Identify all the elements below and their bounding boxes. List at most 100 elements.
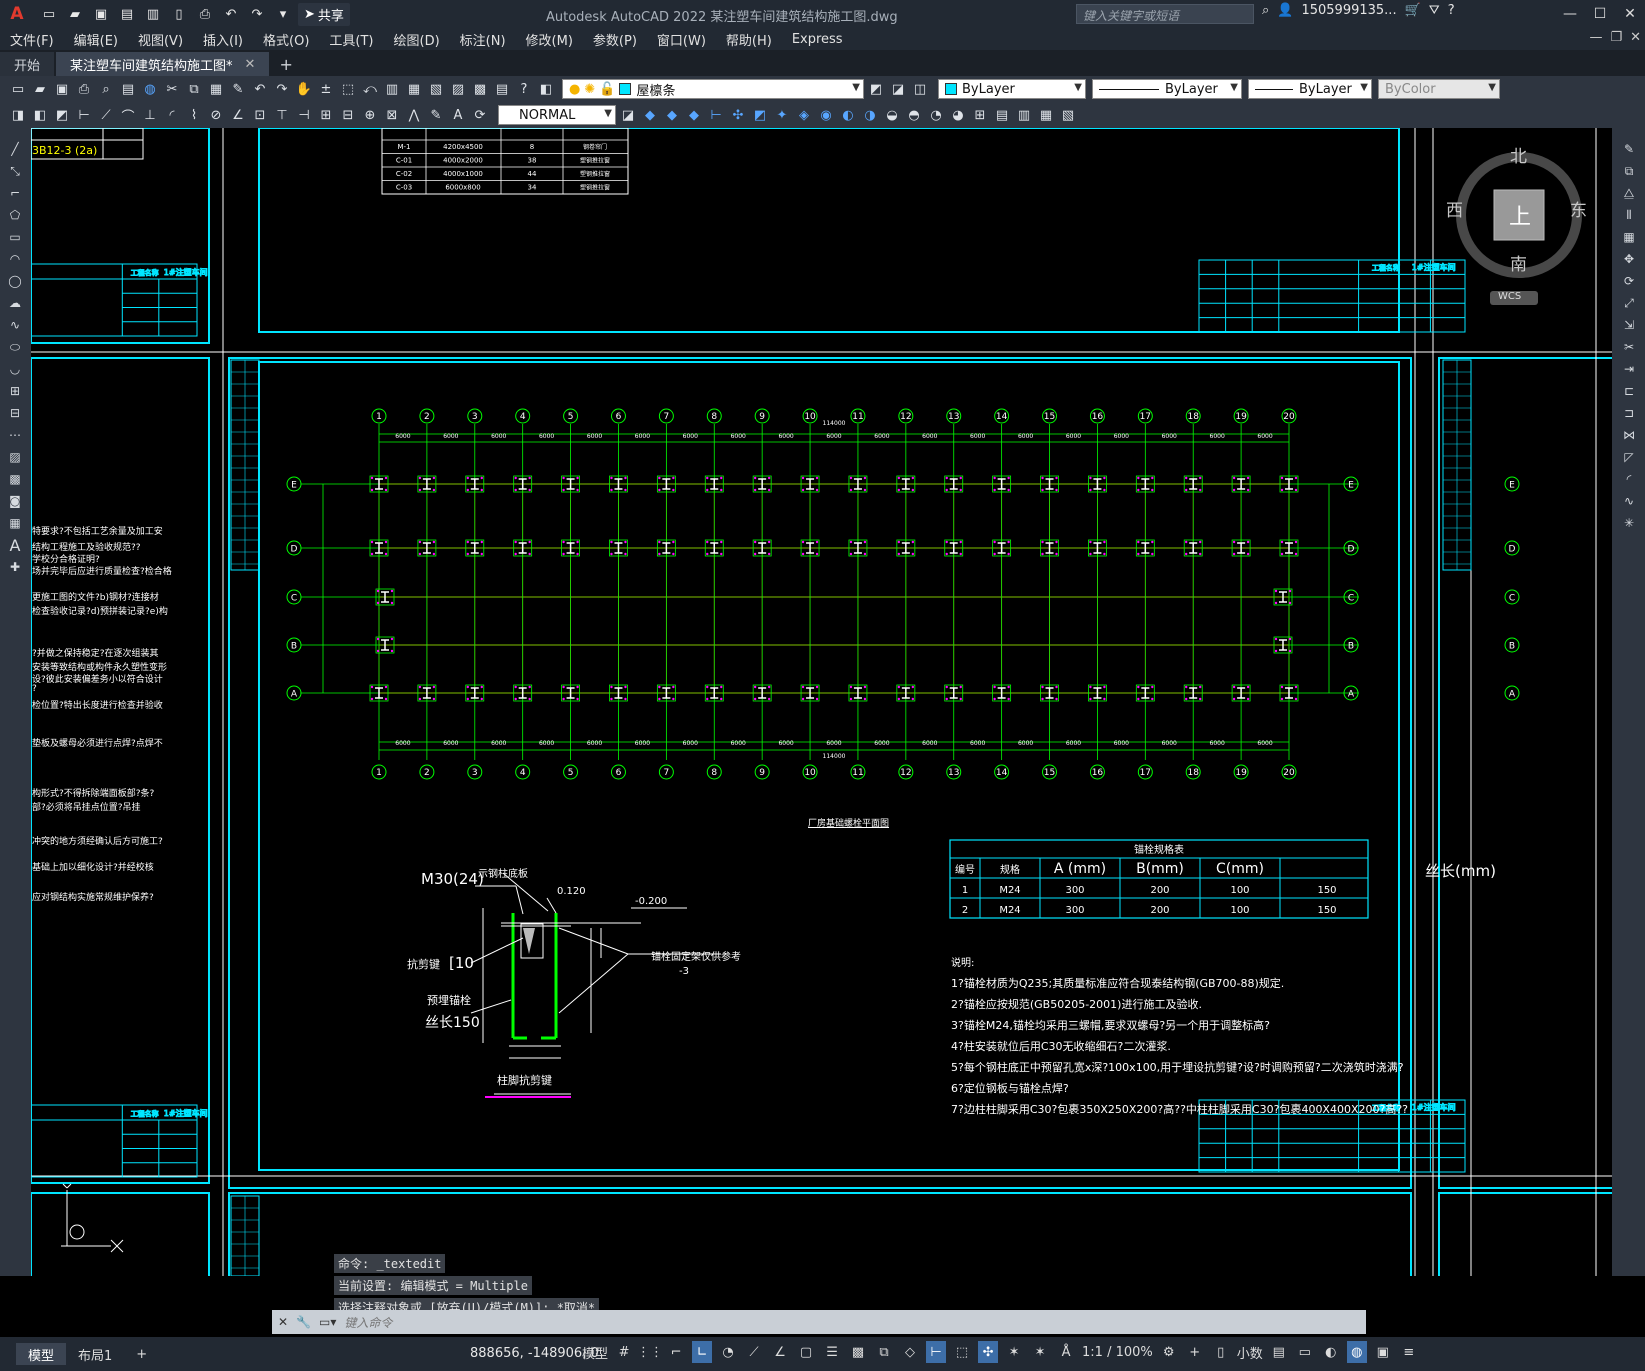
doc-minimize-icon[interactable]: — <box>1589 30 1602 45</box>
visual-style-icon[interactable]: ◒ <box>882 105 902 125</box>
ellipse-arc-icon[interactable]: ◡ <box>5 360 25 378</box>
isodraft-icon[interactable]: ⟋ <box>744 1341 764 1363</box>
spline-icon[interactable]: ∿ <box>5 316 25 334</box>
linetype-dropdown[interactable]: ByLayer ▼ <box>1092 79 1242 99</box>
view-left-icon[interactable]: ◆ <box>684 105 704 125</box>
continue-icon[interactable]: ⊣ <box>294 105 314 125</box>
line-icon[interactable]: ╱ <box>5 140 25 158</box>
grid-icon[interactable]: # <box>614 1341 634 1363</box>
hatch-icon[interactable]: ▨ <box>5 448 25 466</box>
transparency-icon[interactable]: ▩ <box>848 1341 868 1363</box>
new-icon[interactable]: ▭ <box>38 4 60 24</box>
color-dropdown[interactable]: ByLayer ▼ <box>938 79 1086 99</box>
customize-icon[interactable]: ▾ <box>272 4 294 24</box>
web-save-icon[interactable]: ▥ <box>142 4 164 24</box>
coordinates-readout[interactable]: 888656, -148906, 0 <box>470 1346 599 1361</box>
angular-icon[interactable]: ∠ <box>228 105 248 125</box>
pan-icon[interactable]: ✋ <box>294 79 314 99</box>
viewcube-top[interactable]: 上 <box>1509 199 1531 231</box>
publish-icon[interactable]: ▤ <box>118 79 138 99</box>
layer-dropdown[interactable]: ● ✺ 🔓 屋檩条 ▼ <box>562 79 864 99</box>
undo-icon[interactable]: ↶ <box>250 79 270 99</box>
layout-tab-model[interactable]: 模型 <box>16 1343 67 1365</box>
quick-properties-icon[interactable]: ▤ <box>1269 1341 1289 1363</box>
customize-icon[interactable]: ≡ <box>1399 1341 1419 1363</box>
view-back-icon[interactable]: ◆ <box>662 105 682 125</box>
selection-cycling-icon[interactable]: ⧉ <box>874 1341 894 1363</box>
table-icon[interactable]: ▦ <box>5 514 25 532</box>
fillet-icon[interactable]: ◜ <box>1619 470 1639 488</box>
lineweight-icon[interactable]: ☰ <box>822 1341 842 1363</box>
add-selected-icon[interactable]: ✚ <box>5 558 25 576</box>
diameter-icon[interactable]: ⊘ <box>206 105 226 125</box>
lock-ui-icon[interactable]: ▭ <box>1295 1341 1315 1363</box>
menu-item-2[interactable]: 视图(V) <box>128 30 193 49</box>
insert-block-icon[interactable]: ⊞ <box>5 382 25 400</box>
menu-item-1[interactable]: 编辑(E) <box>64 30 128 49</box>
viewcube-east[interactable]: 东 <box>1570 196 1587 221</box>
units-readout[interactable]: 小数 <box>1237 1343 1263 1362</box>
annotation-monitor-icon[interactable]: + <box>1185 1341 1205 1363</box>
arc-length-icon[interactable]: ⌒ <box>118 105 138 125</box>
menu-item-6[interactable]: 绘图(D) <box>384 30 450 49</box>
units-icon[interactable]: ▯ <box>1211 1341 1231 1363</box>
baseline-icon[interactable]: ⊤ <box>272 105 292 125</box>
menu-item-12[interactable]: Express <box>782 32 853 47</box>
light-icon[interactable]: ◕ <box>948 105 968 125</box>
move-icon[interactable]: ✥ <box>1619 250 1639 268</box>
dim-edit-icon[interactable]: ✎ <box>426 105 446 125</box>
ucs-face-icon[interactable]: ◈ <box>794 105 814 125</box>
menu-item-4[interactable]: 格式(O) <box>253 30 319 49</box>
jogged-icon[interactable]: ⌇ <box>184 105 204 125</box>
plot-icon[interactable]: ⎙ <box>74 79 94 99</box>
menu-item-0[interactable]: 文件(F) <box>0 30 64 49</box>
dim-update-icon[interactable]: ⟳ <box>470 105 490 125</box>
rotate-icon[interactable]: ⟳ <box>1619 272 1639 290</box>
dynamic-ucs-icon[interactable]: ⊢ <box>926 1341 947 1363</box>
gradient-icon[interactable]: ▩ <box>5 470 25 488</box>
attdef-icon[interactable]: ▦ <box>1036 105 1056 125</box>
make-block-icon[interactable]: ▤ <box>992 105 1012 125</box>
hardware-accel-icon[interactable]: ◍ <box>1346 1341 1367 1363</box>
aligned-dim-icon[interactable]: ⟋ <box>96 105 116 125</box>
point-icon[interactable]: ⋯ <box>5 426 25 444</box>
menu-item-8[interactable]: 修改(M) <box>516 30 583 49</box>
erase-icon[interactable]: ✎ <box>1619 140 1639 158</box>
ucs-view-icon[interactable]: ◩ <box>750 105 770 125</box>
drawing-area[interactable]: 工程名称 1#注塑车间 工程名称 1#注塑车间 工程名称 1#注塑车间 工程名称 1#注塑车间… <box>31 128 1612 1276</box>
design-center-icon[interactable]: ▦ <box>404 79 424 99</box>
wblock-icon[interactable]: ▥ <box>1014 105 1034 125</box>
ucs-object-icon[interactable]: ✦ <box>772 105 792 125</box>
isolate-objects-icon[interactable]: ◐ <box>1321 1341 1341 1363</box>
user-name[interactable]: 1505999135... <box>1301 3 1396 18</box>
a360-icon[interactable]: ⛛ <box>1429 3 1440 18</box>
shade-icon[interactable]: ◓ <box>904 105 924 125</box>
save-as-icon[interactable]: ▤ <box>116 4 138 24</box>
viewcube-south[interactable]: 南 <box>1510 250 1527 275</box>
menu-item-7[interactable]: 标注(N) <box>450 30 516 49</box>
match-prop-icon[interactable]: ✎ <box>228 79 248 99</box>
ucs-icon[interactable]: ⊢ <box>706 105 726 125</box>
new-tab-button[interactable]: + <box>271 52 300 76</box>
tab-drawing[interactable]: 某注塑车间建筑结构施工图* ✕ <box>56 52 270 76</box>
auto-scale-icon[interactable]: ✶ <box>1030 1341 1050 1363</box>
offset-icon[interactable]: ⫴ <box>1619 206 1639 224</box>
layer-walk-icon[interactable]: ◧ <box>30 105 50 125</box>
scale-readout[interactable]: 1:1 / 100% <box>1082 1345 1153 1360</box>
revcloud-icon[interactable]: ☁ <box>5 294 25 312</box>
minimize-icon[interactable]: — <box>1555 0 1585 28</box>
text-style-dropdown[interactable]: NORMAL ▼ <box>498 105 616 125</box>
cut-icon[interactable]: ✂ <box>162 79 182 99</box>
search-icon[interactable]: ⌕ <box>1262 3 1269 18</box>
osnap-icon[interactable]: ▢ <box>796 1341 816 1363</box>
inspect-icon[interactable]: ⊠ <box>382 105 402 125</box>
menu-item-3[interactable]: 插入(I) <box>193 30 253 49</box>
ucs-y-icon[interactable]: ◑ <box>860 105 880 125</box>
menu-item-5[interactable]: 工具(T) <box>319 30 383 49</box>
plotstyle-dropdown[interactable]: ByColor ▼ <box>1378 79 1500 99</box>
explode-icon[interactable]: ✳ <box>1619 514 1639 532</box>
tab-close-icon[interactable]: ✕ <box>245 57 256 72</box>
xref-icon[interactable]: ▧ <box>1058 105 1078 125</box>
markup-icon[interactable]: ▩ <box>470 79 490 99</box>
jogged-linear-icon[interactable]: ⋀ <box>404 105 424 125</box>
